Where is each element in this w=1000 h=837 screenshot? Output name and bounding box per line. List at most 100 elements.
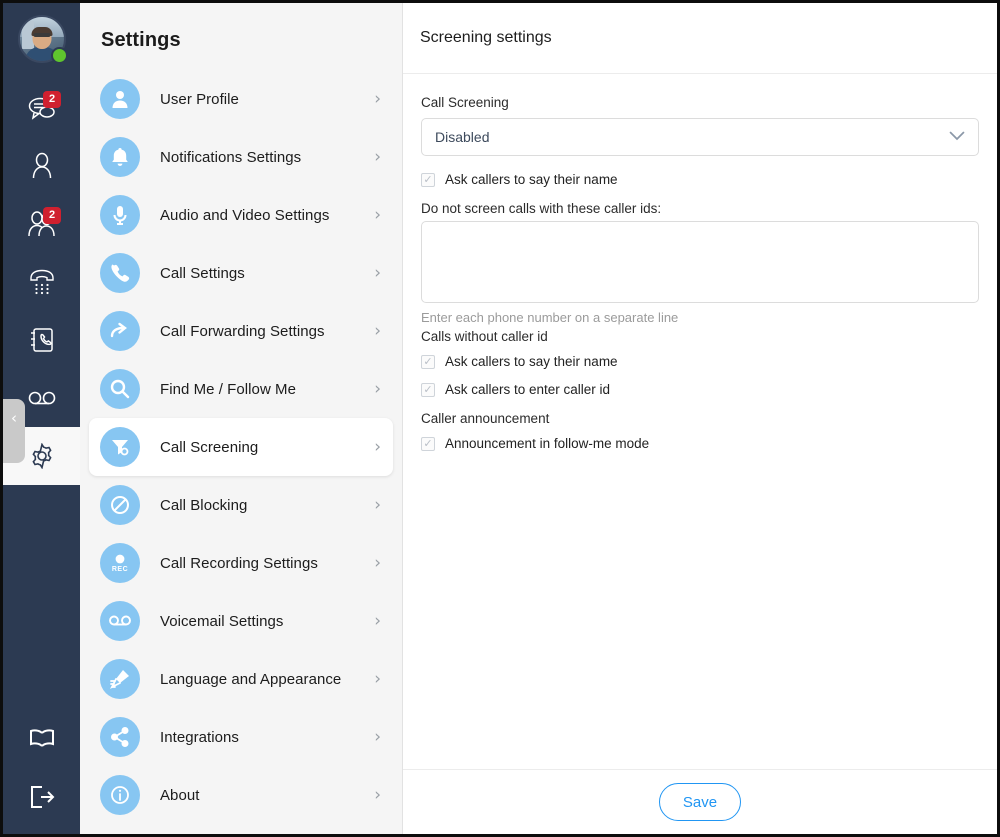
screening-settings-panel: Screening settings Call Screening Disabl… — [403, 3, 997, 834]
menu-item-label: Find Me / Follow Me — [160, 380, 296, 398]
check-icon: ✓ — [423, 437, 433, 450]
chat-unread-badge: 2 — [43, 91, 62, 108]
menu-item-call-recording-settings[interactable]: REC Call Recording Settings › — [89, 534, 393, 592]
ask-name-label: Ask callers to say their name — [445, 172, 618, 187]
no-caller-id-enter-id-label: Ask callers to enter caller id — [445, 382, 611, 397]
presence-status-dot — [50, 47, 68, 64]
menu-item-find-me-follow-me[interactable]: Find Me / Follow Me › — [89, 360, 393, 418]
call-screening-select[interactable]: Disabled — [421, 118, 979, 156]
whitelist-label: Do not screen calls with these caller id… — [421, 201, 662, 216]
funnel-icon — [100, 427, 140, 467]
rail-item-chat[interactable]: 2 — [3, 79, 80, 137]
rail-item-help-book[interactable] — [3, 710, 80, 768]
contacts-unread-badge: 2 — [43, 207, 62, 224]
app-window: 2 2 ‹ Settings User Profile › Notificati… — [0, 0, 1000, 837]
share-icon — [100, 717, 140, 757]
forward-arrow-icon — [100, 311, 140, 351]
paintbrush-icon — [100, 659, 140, 699]
chevron-right-icon: › — [374, 436, 381, 457]
menu-item-label: Call Settings — [160, 264, 245, 282]
microphone-icon — [100, 195, 140, 235]
announcement-follow-me-label: Announcement in follow-me mode — [445, 436, 650, 451]
voicemail-icon — [100, 601, 140, 641]
chevron-down-icon — [949, 129, 965, 145]
whitelist-helper-text: Enter each phone number on a separate li… — [421, 310, 679, 325]
menu-item-call-settings[interactable]: Call Settings › — [89, 244, 393, 302]
menu-item-label: Call Screening — [160, 438, 259, 456]
no-caller-id-ask-name-row[interactable]: ✓ Ask callers to say their name — [421, 349, 979, 374]
block-icon — [100, 485, 140, 525]
menu-item-label: Audio and Video Settings — [160, 206, 330, 224]
chevron-right-icon: › — [374, 378, 381, 399]
chevron-right-icon: › — [374, 320, 381, 341]
settings-menu-list: User Profile › Notifications Settings › … — [80, 70, 402, 824]
announcement-heading: Caller announcement — [421, 411, 550, 426]
ask-name-checkbox[interactable]: ✓ — [421, 172, 435, 187]
chevron-right-icon: › — [374, 262, 381, 283]
menu-item-label: About — [160, 786, 200, 804]
settings-title: Settings — [101, 29, 181, 51]
announcement-follow-me-row[interactable]: ✓ Announcement in follow-me mode — [421, 431, 979, 456]
chevron-right-icon: › — [374, 146, 381, 167]
avatar[interactable] — [17, 15, 68, 64]
menu-item-label: Call Blocking — [160, 496, 248, 514]
rail-item-dialpad[interactable] — [3, 253, 80, 311]
menu-item-call-blocking[interactable]: Call Blocking › — [89, 476, 393, 534]
menu-item-language-appearance[interactable]: Language and Appearance › — [89, 650, 393, 708]
menu-item-label: Voicemail Settings — [160, 612, 284, 630]
check-icon: ✓ — [423, 383, 433, 396]
no-caller-id-enter-id-row[interactable]: ✓ Ask callers to enter caller id — [421, 377, 979, 402]
call-history-book-icon — [28, 326, 56, 354]
dialpad-phone-icon — [27, 268, 57, 296]
menu-item-integrations[interactable]: Integrations › — [89, 708, 393, 766]
magnifier-icon — [100, 369, 140, 409]
whitelist-textarea[interactable] — [421, 221, 979, 303]
no-caller-id-enter-id-checkbox[interactable]: ✓ — [421, 382, 435, 397]
menu-item-label: Call Recording Settings — [160, 554, 318, 572]
sidebar-collapse-handle[interactable]: ‹ — [3, 399, 25, 463]
menu-item-label: Integrations — [160, 728, 239, 746]
content-footer: Save — [403, 769, 997, 834]
save-button[interactable]: Save — [659, 783, 741, 821]
call-screening-label: Call Screening — [421, 95, 509, 110]
no-caller-id-ask-name-checkbox[interactable]: ✓ — [421, 354, 435, 369]
menu-item-call-forwarding-settings[interactable]: Call Forwarding Settings › — [89, 302, 393, 360]
menu-item-label: Call Forwarding Settings — [160, 322, 325, 340]
menu-item-about[interactable]: About › — [89, 766, 393, 824]
book-icon — [27, 727, 57, 751]
menu-item-label: Language and Appearance — [160, 670, 342, 688]
rail-item-contacts-group[interactable]: 2 — [3, 195, 80, 253]
menu-item-label: User Profile — [160, 90, 239, 108]
chevron-right-icon: › — [374, 204, 381, 225]
announcement-follow-me-checkbox[interactable]: ✓ — [421, 436, 435, 451]
menu-item-call-screening[interactable]: Call Screening › — [89, 418, 393, 476]
menu-item-notifications-settings[interactable]: Notifications Settings › — [89, 128, 393, 186]
phone-handset-icon — [100, 253, 140, 293]
rail-item-logout[interactable] — [3, 768, 80, 826]
page-title: Screening settings — [420, 29, 552, 46]
chevron-right-icon: › — [374, 88, 381, 109]
chevron-left-icon: ‹ — [11, 409, 17, 427]
menu-item-label: Notifications Settings — [160, 148, 302, 166]
chevron-right-icon: › — [374, 494, 381, 515]
rail-item-call-history[interactable] — [3, 311, 80, 369]
bell-icon — [100, 137, 140, 177]
record-icon: REC — [100, 543, 140, 583]
logout-icon — [28, 784, 56, 810]
check-icon: ✓ — [423, 173, 433, 186]
primary-nav-rail: 2 2 ‹ — [3, 3, 80, 834]
voicemail-icon — [27, 389, 57, 407]
contact-person-icon — [29, 152, 55, 180]
chevron-right-icon: › — [374, 552, 381, 573]
settings-menu-panel: Settings User Profile › Notifications Se… — [80, 3, 403, 834]
ask-name-checkbox-row[interactable]: ✓ Ask callers to say their name — [421, 167, 979, 192]
menu-item-audio-video-settings[interactable]: Audio and Video Settings › — [89, 186, 393, 244]
menu-item-voicemail-settings[interactable]: Voicemail Settings › — [89, 592, 393, 650]
user-profile-icon — [100, 79, 140, 119]
chevron-right-icon: › — [374, 726, 381, 747]
no-caller-id-heading: Calls without caller id — [421, 329, 548, 344]
menu-item-user-profile[interactable]: User Profile › — [89, 70, 393, 128]
rail-item-contact[interactable] — [3, 137, 80, 195]
chevron-right-icon: › — [374, 610, 381, 631]
no-caller-id-ask-name-label: Ask callers to say their name — [445, 354, 618, 369]
